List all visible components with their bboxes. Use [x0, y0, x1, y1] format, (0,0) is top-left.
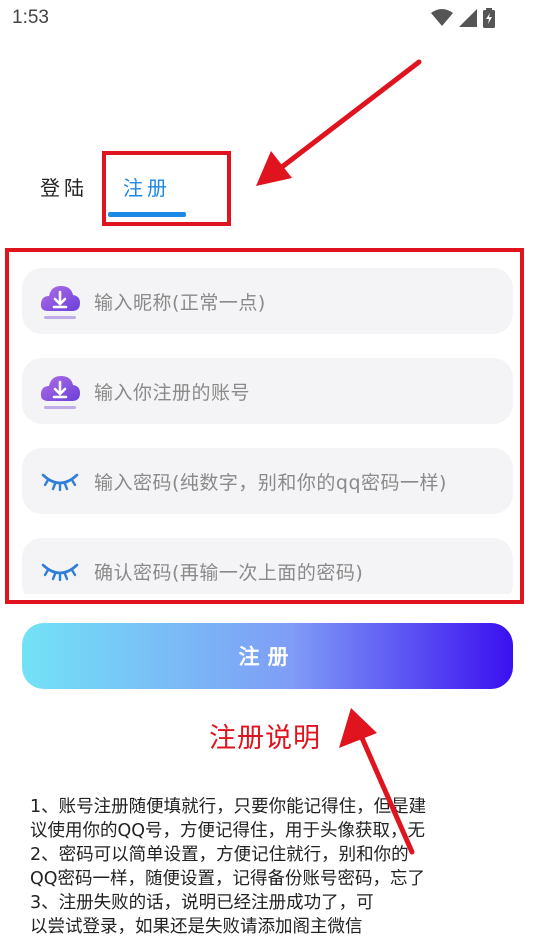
tab-login[interactable]: 登陆: [40, 172, 88, 201]
annotation-title: 注册说明: [209, 723, 321, 754]
instruction-line: 1、账号注册随便填就行，只要你能记得住，但是建: [30, 797, 427, 817]
signal-icon: [459, 9, 477, 27]
instruction-line: 3、注册失败的话，说明已经注册成功了，可: [30, 893, 374, 913]
annotation-box-tab: [102, 151, 231, 226]
register-button-label: 注册: [238, 645, 297, 669]
instruction-line: 2、密码可以简单设置，方便记住就行，别和你的: [30, 845, 409, 865]
register-button[interactable]: 注册: [22, 623, 513, 689]
status-time: 1:53: [12, 7, 49, 28]
wifi-icon: [431, 9, 453, 26]
status-bar: 1:53: [0, 0, 535, 36]
battery-icon: [483, 8, 495, 28]
instruction-line: 议使用你的QQ号，方便记得住，用于头像获取，无: [30, 821, 426, 841]
instruction-line: 以尝试登录，如果还是失败请添加阁主微信: [30, 917, 363, 937]
instructions-text: 1、账号注册随便填就行，只要你能记得住，但是建 议使用你的QQ号，方便记得住，用…: [30, 795, 508, 939]
status-icons: [431, 8, 495, 28]
instruction-line: QQ密码一样，随便设置，记得备份账号密码，忘了: [30, 869, 426, 889]
annotation-box-form: [5, 248, 524, 604]
